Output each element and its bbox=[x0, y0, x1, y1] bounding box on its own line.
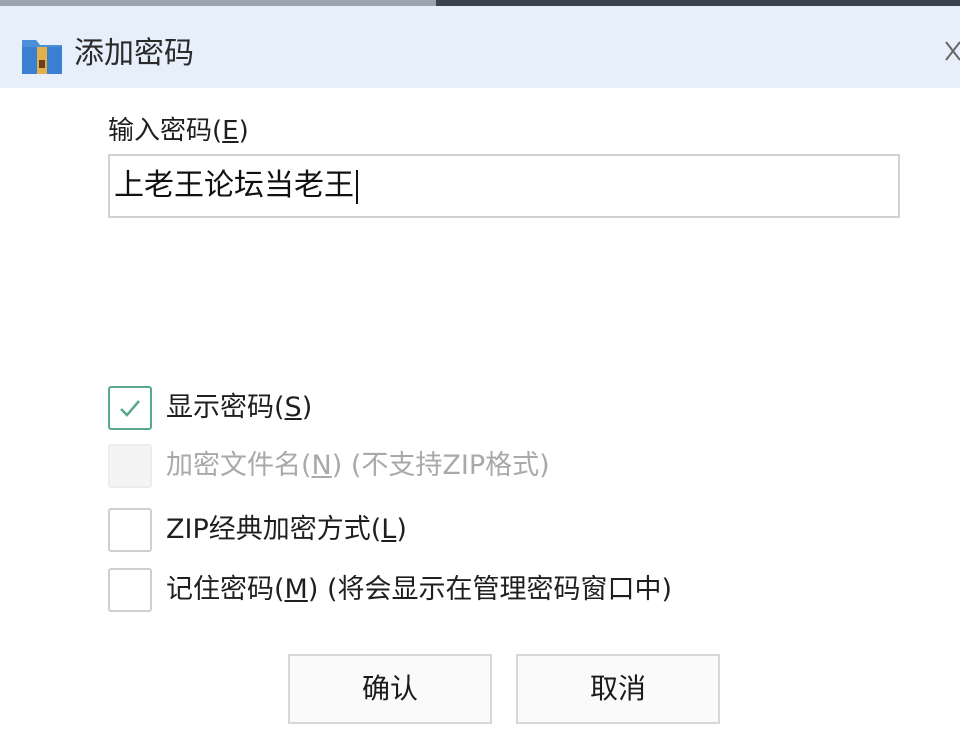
window-title: 添加密码 bbox=[74, 36, 194, 71]
password-label: 输入密码(E) bbox=[108, 116, 249, 146]
checkmark-icon bbox=[120, 400, 140, 417]
show-password-checkbox[interactable] bbox=[108, 386, 152, 430]
text-caret bbox=[356, 169, 358, 204]
encrypt-filenames-checkbox bbox=[108, 444, 152, 488]
zip-classic-checkbox[interactable] bbox=[108, 508, 152, 552]
cancel-button[interactable]: 取消 bbox=[516, 654, 720, 724]
archive-folder-icon bbox=[22, 40, 62, 74]
remember-password-checkbox[interactable] bbox=[108, 568, 152, 612]
password-input[interactable]: 上老王论坛当老王 bbox=[108, 154, 900, 218]
password-value: 上老王论坛当老王 bbox=[114, 166, 358, 206]
title-bar: 添加密码 bbox=[0, 6, 960, 88]
close-icon[interactable] bbox=[938, 32, 960, 72]
remember-password-label: 记住密码(M) (将会显示在管理密码窗口中) bbox=[166, 574, 673, 605]
show-password-label: 显示密码(S) bbox=[166, 392, 313, 423]
ok-button[interactable]: 确认 bbox=[288, 654, 492, 724]
zip-classic-label: ZIP经典加密方式(L) bbox=[166, 514, 407, 545]
encrypt-filenames-label: 加密文件名(N) (不支持ZIP格式) bbox=[166, 450, 550, 481]
